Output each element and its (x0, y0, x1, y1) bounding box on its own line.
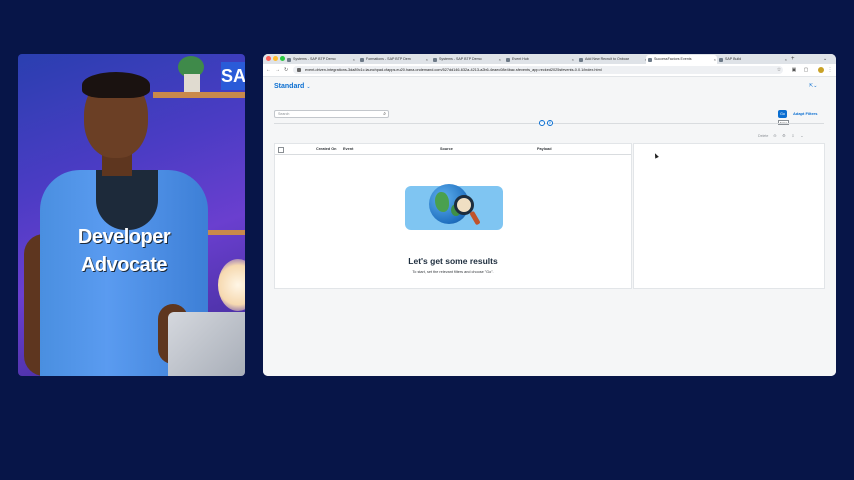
close-tab-icon[interactable]: × (785, 55, 787, 64)
empty-state-subtitle: To start, set the relevant filters and c… (412, 270, 494, 274)
table-header: Created On Event Source Payload (275, 144, 631, 155)
browser-tab[interactable]: Event Hub × (504, 55, 575, 64)
url-field[interactable]: event-driven-integrations-3da89c1c.launc… (293, 66, 783, 74)
go-button[interactable]: Go (778, 110, 787, 118)
share-icon[interactable]: ⇱⌄ (809, 83, 817, 89)
shelf (153, 92, 245, 98)
chevron-down-icon[interactable]: ⌄ (823, 54, 827, 64)
column-header-source[interactable]: Source (440, 144, 453, 154)
close-tab-icon[interactable]: × (353, 55, 355, 64)
column-header-created-on[interactable]: Created On (316, 144, 336, 154)
magnifier-handle (469, 210, 481, 226)
browser-tab[interactable]: Systems - SAP BTP Demo × (285, 55, 356, 64)
tab-favicon-icon (648, 57, 652, 62)
empty-state-title: Let's get some results (408, 256, 498, 266)
site-info-icon[interactable] (297, 68, 301, 72)
adapt-filters-button[interactable]: Adapt Filters (793, 111, 817, 116)
laptop (168, 312, 245, 376)
collapse-header-icon[interactable]: ⌃ (539, 120, 545, 126)
export-icon[interactable]: ⇩ (790, 133, 795, 138)
tab-bar: Systems - SAP BTP Demo × Formations - SAP… (263, 54, 836, 64)
header-collapse-controls: ⌃ ⚲ (539, 120, 553, 126)
reload-icon[interactable]: ↻ (284, 64, 288, 76)
tab-favicon-icon (579, 57, 583, 62)
delete-button[interactable]: Delete (758, 134, 768, 138)
browser-tab[interactable]: Add New Recruit to Onboar× (577, 55, 648, 64)
browser-tab[interactable]: SAP Build × (717, 55, 788, 64)
browser-window: Systems - SAP BTP Demo × Formations - SAP… (263, 54, 836, 376)
lamp (218, 259, 245, 311)
browser-tab-active[interactable]: SuccessFactors Events × (646, 55, 717, 64)
search-icon[interactable]: ⌕ (383, 111, 386, 117)
minimize-window-button[interactable] (273, 56, 278, 61)
close-tab-icon[interactable]: × (499, 55, 501, 64)
extensions-icon[interactable]: ▣ (791, 67, 797, 73)
window-controls (266, 56, 285, 61)
settings-icon[interactable]: ⚙ (781, 133, 786, 138)
back-icon[interactable]: ← (266, 64, 271, 76)
pin-header-icon[interactable]: ⚲ (547, 120, 553, 126)
shirt-text-line1: Developer (77, 226, 171, 248)
menu-icon[interactable]: ⋮ (827, 67, 833, 73)
column-header-payload[interactable]: Payload (537, 144, 552, 154)
tab-favicon-icon (360, 57, 364, 62)
variant-title[interactable]: Standard ⌄ (274, 83, 311, 90)
presenter-video: SA Developer Advocate (18, 54, 245, 376)
table-toolbar: Delete ⊖ ⚙ ⇩ ⌄ (758, 133, 804, 138)
events-table: Created On Event Source Payload Let's ge… (274, 143, 632, 289)
sap-sign: SA (221, 62, 245, 90)
close-window-button[interactable] (266, 56, 271, 61)
detail-pane (633, 143, 825, 289)
column-header-event[interactable]: Event (343, 144, 353, 154)
browser-tab[interactable]: Formations - SAP BTP Dem × (358, 55, 429, 64)
sap-fiori-app: Standard⌄ ⇱⌄ Search ⌕ Go Enter Adapt Fil… (263, 77, 836, 376)
forward-icon[interactable]: → (275, 64, 280, 76)
sidebar-icon[interactable]: ▢ (803, 67, 809, 73)
magnifier-icon (454, 195, 474, 215)
new-tab-icon[interactable]: + (791, 54, 795, 64)
shirt-text-line2: Advocate (80, 254, 168, 276)
tab-favicon-icon (433, 57, 437, 62)
plant-pot (184, 74, 200, 92)
tab-favicon-icon (719, 57, 723, 62)
close-tab-icon[interactable]: × (572, 55, 574, 64)
bookmark-star-icon[interactable]: ☆ (776, 67, 782, 73)
tab-favicon-icon (506, 57, 510, 62)
zoom-icon[interactable]: ⊖ (772, 133, 777, 138)
empty-state-illustration (405, 184, 503, 230)
tab-favicon-icon (287, 57, 291, 62)
close-tab-icon[interactable]: × (714, 55, 716, 64)
profile-avatar-icon[interactable] (818, 67, 824, 73)
globe-land (435, 192, 449, 212)
select-all-checkbox[interactable] (278, 147, 284, 153)
presenter-hair (82, 72, 150, 98)
close-tab-icon[interactable]: × (426, 55, 428, 64)
search-input[interactable]: Search ⌕ (274, 110, 389, 118)
address-bar: ← → ↻ event-driven-integrations-3da89c1c… (263, 64, 836, 77)
chevron-down-icon[interactable]: ⌄ (799, 133, 804, 138)
chevron-down-icon: ⌄ (306, 84, 311, 90)
shirt-collar (96, 170, 158, 230)
browser-tab[interactable]: Systems - SAP BTP Demo × (431, 55, 502, 64)
